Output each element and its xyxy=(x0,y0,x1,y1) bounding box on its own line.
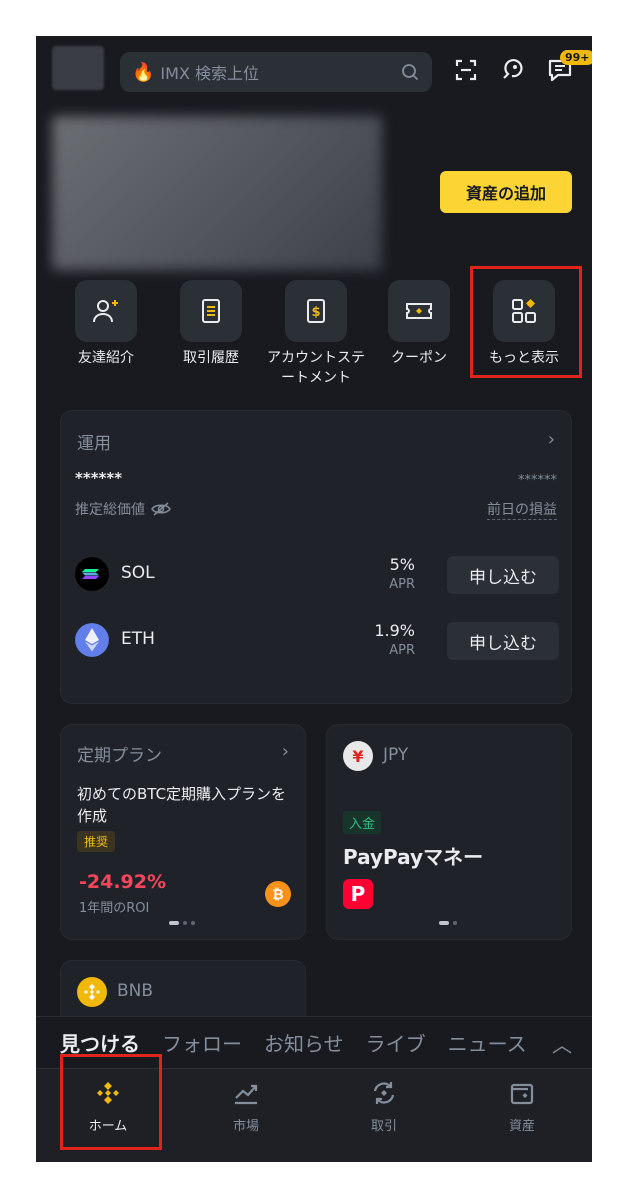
flame-icon: 🔥 xyxy=(132,61,155,83)
tab-announcements[interactable]: お知らせ xyxy=(264,1028,344,1057)
coin-name: SOL xyxy=(121,563,155,583)
tab-news[interactable]: ニュース xyxy=(448,1028,527,1057)
svg-text:$: $ xyxy=(311,305,320,320)
estimated-total-label: 推定総価値 xyxy=(75,499,171,519)
highlight-box-more xyxy=(470,266,582,378)
nav-trade[interactable]: 取引 xyxy=(334,1079,434,1134)
subscribe-button[interactable]: 申し込む xyxy=(447,622,559,660)
avatar[interactable] xyxy=(52,46,104,90)
scan-icon[interactable] xyxy=(452,56,480,84)
coin-name: ETH xyxy=(121,629,155,649)
recommended-badge: 推奨 xyxy=(77,831,116,852)
paypay-icon: P xyxy=(343,879,373,909)
sol-icon xyxy=(75,557,109,591)
tab-follow[interactable]: フォロー xyxy=(162,1028,242,1057)
ticket-icon xyxy=(406,303,432,319)
eth-icon xyxy=(75,623,109,657)
highlight-box-home xyxy=(60,1054,162,1150)
quick-action-label: 取引履歴 xyxy=(183,350,239,366)
market-chart-icon xyxy=(235,1084,258,1105)
support-icon[interactable] xyxy=(498,56,526,84)
add-asset-button[interactable]: 資産の追加 xyxy=(440,171,572,213)
plan-title: 定期プラン xyxy=(77,746,162,766)
carousel-dots xyxy=(169,921,195,925)
nav-label: 市場 xyxy=(232,1119,259,1134)
search-placeholder: IMX 検索上位 xyxy=(160,64,259,83)
yen-icon: ¥ xyxy=(343,741,373,771)
carousel-dots xyxy=(439,921,457,925)
roi-value: -24.92% xyxy=(79,871,167,893)
chevron-right-icon[interactable]: › xyxy=(282,741,289,762)
apr-value: 1.9% xyxy=(374,621,415,640)
search-bar[interactable]: 🔥 IMX 検索上位 xyxy=(120,52,432,92)
currency-label: JPY xyxy=(383,745,409,765)
quick-action-label: クーポン xyxy=(391,350,447,366)
app-screen: 🔥 IMX 検索上位 99+ 資産の追加 友達紹介 取引履歴 $ アカウントステ… xyxy=(36,36,592,1162)
search-icon xyxy=(402,64,419,81)
masked-total-value: ****** xyxy=(75,469,123,487)
plan-description: 初めてのBTC定期購入プランを作成 xyxy=(77,785,287,825)
earn-card[interactable]: 運用 › ****** ****** 推定総価値 前日の損益 SOL 5% AP… xyxy=(60,410,572,704)
nav-market[interactable]: 市場 xyxy=(196,1079,296,1134)
subscribe-button[interactable]: 申し込む xyxy=(447,556,559,594)
previous-day-pnl-label[interactable]: 前日の損益 xyxy=(487,499,557,520)
recurring-plan-card[interactable]: 定期プラン › 初めてのBTC定期購入プランを作成 推奨 -24.92% 1年間… xyxy=(60,724,306,940)
tab-live[interactable]: ライブ xyxy=(366,1028,426,1057)
estimated-total-text: 推定総価値 xyxy=(75,502,145,518)
earn-row-eth[interactable]: ETH 1.9% APR 申し込む xyxy=(75,621,559,661)
quick-action-label: 友達紹介 xyxy=(78,350,134,366)
chevron-right-icon[interactable]: › xyxy=(548,429,555,450)
nav-label: 取引 xyxy=(370,1119,397,1134)
quick-action-label: アカウントステートメント xyxy=(267,350,365,386)
apr-label: APR xyxy=(389,577,415,592)
quick-action-coupon[interactable]: クーポン xyxy=(369,280,469,368)
notification-badge: 99+ xyxy=(560,50,592,65)
nav-label: 資産 xyxy=(508,1119,535,1134)
quick-action-referral[interactable]: 友達紹介 xyxy=(56,280,156,368)
paypay-title: PayPayマネー xyxy=(343,845,484,869)
currency-label: BNB xyxy=(117,981,154,1001)
quick-action-history[interactable]: 取引履歴 xyxy=(161,280,261,368)
trade-icon xyxy=(373,1082,395,1104)
quick-action-statement[interactable]: $ アカウントステートメント xyxy=(266,280,366,388)
earn-row-sol[interactable]: SOL 5% APR 申し込む xyxy=(75,555,559,595)
nav-assets[interactable]: 資産 xyxy=(472,1079,572,1134)
apr-label: APR xyxy=(389,643,415,658)
masked-pnl-value: ****** xyxy=(518,473,557,488)
jpy-deposit-card[interactable]: ¥ JPY 入金 PayPayマネー P xyxy=(326,724,572,940)
apr-value: 5% xyxy=(389,555,415,574)
bnb-icon xyxy=(77,977,107,1007)
tab-discover[interactable]: 見つける xyxy=(60,1028,140,1057)
wallet-icon xyxy=(510,1083,534,1105)
add-person-icon xyxy=(93,300,118,323)
document-icon xyxy=(202,299,220,323)
deposit-badge: 入金 xyxy=(343,811,382,834)
eye-hidden-icon[interactable] xyxy=(151,502,171,516)
roi-label: 1年間のROI xyxy=(79,901,150,916)
balance-blurred xyxy=(52,116,382,270)
btc-icon: ₿ xyxy=(265,881,291,907)
statement-icon: $ xyxy=(307,299,325,323)
chevron-up-icon[interactable]: ︿ xyxy=(552,1029,572,1058)
earn-title: 運用 xyxy=(77,434,111,454)
